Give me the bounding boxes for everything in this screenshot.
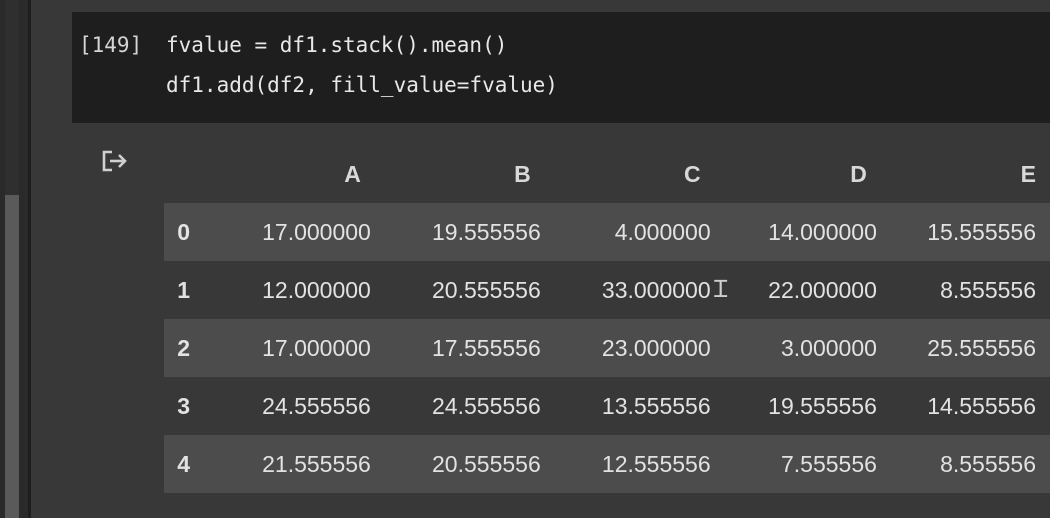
table-cell: 12.555556 xyxy=(601,450,711,477)
column-header: B xyxy=(514,160,531,187)
column-header: C xyxy=(684,160,701,187)
table-cell: 23.000000 xyxy=(601,334,711,361)
table-cell: 33.000000 xyxy=(601,276,711,303)
table-row: 0 17.000000 19.555556 4.000000 14.000000… xyxy=(164,203,1050,261)
table-cell: 24.555556 xyxy=(432,392,541,419)
table-cell: 22.000000 xyxy=(768,276,877,303)
dataframe-output-table: A B C D E 0 17.000000 19.555556 4.000000… xyxy=(164,145,1050,493)
row-index: 3 xyxy=(177,392,190,419)
execution-count: [149] xyxy=(79,33,143,57)
table-header-row: A B C D E xyxy=(164,145,1050,203)
scrollbar-thumb[interactable] xyxy=(5,195,19,518)
table-cell: 19.555556 xyxy=(768,392,877,419)
code-line-1[interactable]: fvalue = df1.stack().mean() xyxy=(166,33,507,57)
table-cell: 19.555556 xyxy=(432,218,541,245)
row-index: 0 xyxy=(177,218,190,245)
table-cell: 12.000000 xyxy=(262,276,371,303)
table-cell: 7.555556 xyxy=(780,450,877,477)
index-header xyxy=(164,145,203,203)
table-cell: 25.555556 xyxy=(927,334,1036,361)
column-header: A xyxy=(344,160,361,187)
code-line-2[interactable]: df1.add(df2, fill_value=fvalue) xyxy=(166,73,558,97)
column-header: E xyxy=(1020,160,1036,187)
table-cell: 17.000000 xyxy=(262,218,371,245)
column-header: D xyxy=(850,160,867,187)
row-index: 2 xyxy=(177,334,190,361)
table-cell: 8.555556 xyxy=(940,276,1036,303)
table-cell: 3.000000 xyxy=(780,334,877,361)
gutter-divider xyxy=(28,0,31,518)
row-index: 1 xyxy=(177,276,190,303)
table-cell: 21.555556 xyxy=(262,450,371,477)
table-row: 2 17.000000 17.555556 23.000000 3.000000… xyxy=(164,319,1050,377)
table-row: 1 12.000000 20.555556 33.000000 22.00000… xyxy=(164,261,1050,319)
table-row: 3 24.555556 24.555556 13.555556 19.55555… xyxy=(164,377,1050,435)
table-cell: 14.555556 xyxy=(927,392,1036,419)
table-cell: 14.000000 xyxy=(768,218,877,245)
table-cell: 20.555556 xyxy=(432,276,541,303)
code-cell[interactable] xyxy=(72,12,1050,123)
table-cell: 8.555556 xyxy=(940,450,1036,477)
table-row: 4 21.555556 20.555556 12.555556 7.555556… xyxy=(164,435,1050,493)
table-cell: 13.555556 xyxy=(601,392,711,419)
text-cursor-icon: Ɪ xyxy=(714,275,728,303)
output-redirect-icon[interactable] xyxy=(100,148,130,174)
table-cell: 4.000000 xyxy=(614,218,711,245)
table-cell: 24.555556 xyxy=(262,392,371,419)
row-index: 4 xyxy=(177,450,190,477)
table-cell: 17.000000 xyxy=(262,334,371,361)
table-cell: 15.555556 xyxy=(927,218,1036,245)
table-cell: 17.555556 xyxy=(432,334,541,361)
table-cell: 20.555556 xyxy=(432,450,541,477)
